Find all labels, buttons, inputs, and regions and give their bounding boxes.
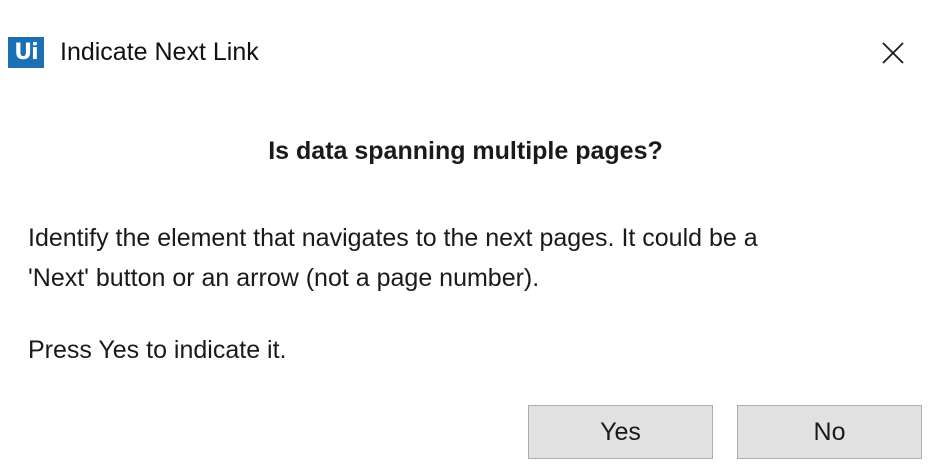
indicate-next-link-dialog: Ui Indicate Next Link Is data spanning m… xyxy=(0,0,931,470)
message-line: Identify the element that navigates to t… xyxy=(28,224,758,252)
uipath-logo-icon: Ui xyxy=(8,37,44,68)
title-bar: Ui Indicate Next Link xyxy=(0,0,931,100)
close-icon xyxy=(882,42,904,64)
close-button[interactable] xyxy=(868,30,918,76)
message-line: 'Next' button or an arrow (not a page nu… xyxy=(28,264,540,292)
yes-button[interactable]: Yes xyxy=(528,405,713,459)
no-button[interactable]: No xyxy=(737,405,922,459)
dialog-message: Identify the element that navigates to t… xyxy=(28,218,918,298)
dialog-title: Indicate Next Link xyxy=(60,38,259,66)
dialog-instruction: Press Yes to indicate it. xyxy=(28,336,287,364)
dialog-heading: Is data spanning multiple pages? xyxy=(268,137,663,165)
